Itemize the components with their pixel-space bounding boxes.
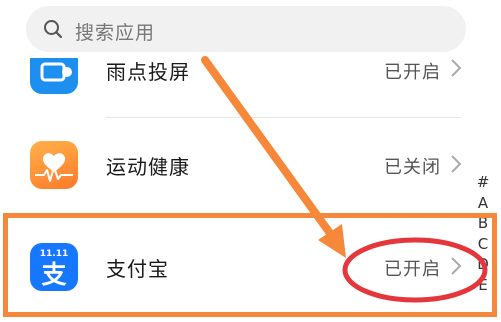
cast-app-icon <box>30 58 78 94</box>
chevron-right-icon <box>451 59 462 77</box>
health-app-icon <box>30 141 78 189</box>
index-letter[interactable]: # <box>476 172 490 193</box>
app-status: 已开启 <box>384 62 441 83</box>
app-status: 已关闭 <box>384 157 441 178</box>
search-placeholder: 搜索应用 <box>75 22 156 44</box>
app-row-health[interactable]: 运动健康 已关闭 <box>0 118 501 214</box>
highlight-box <box>3 213 497 317</box>
app-name: 雨点投屏 <box>106 60 190 84</box>
chevron-right-icon <box>451 155 462 173</box>
index-letter[interactable]: A <box>476 193 490 214</box>
app-row-cast[interactable]: 雨点投屏 已开启 <box>0 58 501 116</box>
app-name: 运动健康 <box>106 155 190 179</box>
search-bar[interactable]: 搜索应用 <box>26 6 466 52</box>
search-icon <box>44 20 63 39</box>
